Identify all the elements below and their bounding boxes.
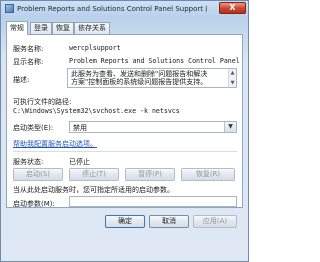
service-icon: [5, 4, 14, 13]
startup-type-select[interactable]: 禁用 ▼: [69, 121, 237, 133]
close-button[interactable]: X: [219, 2, 246, 14]
stop-service-button[interactable]: 停止(T): [69, 168, 119, 181]
ok-button[interactable]: 确定: [105, 215, 145, 228]
startup-type-value: 禁用: [73, 124, 87, 132]
resume-service-button[interactable]: 恢复(R): [181, 168, 235, 181]
executable-path-label: 可执行文件的路径:: [13, 98, 72, 106]
service-status-value: 已停止: [69, 158, 90, 166]
startup-type-label: 启动类型(E):: [13, 124, 54, 132]
service-name-label: 服务名称:: [13, 45, 44, 53]
tab-general[interactable]: 常规: [6, 21, 28, 35]
service-status-label: 服务状态:: [13, 158, 44, 166]
description-line-2: 方案"控制面板的系统级问题报告提供支持。: [71, 78, 208, 86]
service-properties-window: Problem Reports and Solutions Control Pa…: [0, 0, 249, 262]
help-configure-startup-link[interactable]: 帮助我配置服务启动选项。: [13, 139, 97, 149]
window-title: Problem Reports and Solutions Control Pa…: [17, 5, 207, 13]
tab-dependencies[interactable]: 依存关系: [74, 22, 110, 34]
chevron-down-icon[interactable]: ▼: [224, 122, 236, 132]
apply-button[interactable]: 应用(A): [193, 215, 237, 228]
title-bar[interactable]: Problem Reports and Solutions Control Pa…: [1, 1, 248, 17]
pause-service-button[interactable]: 暂停(P): [125, 168, 175, 181]
description-label: 描述:: [13, 76, 30, 84]
executable-path-value: C:\Windows\System32\svchost.exe -k netsv…: [13, 107, 180, 115]
start-service-button[interactable]: 启动(S): [13, 168, 63, 181]
description-line-1: 此服务为查看、发送和删除"问题报告和解决: [71, 70, 208, 78]
display-name-label: 显示名称:: [13, 58, 44, 66]
description-scrollbar[interactable]: ▲ ▼: [228, 69, 236, 87]
description-box[interactable]: 此服务为查看、发送和删除"问题报告和解决 方案"控制面板的系统级问题报告提供支持…: [67, 68, 237, 88]
tab-logon[interactable]: 登录: [30, 22, 52, 34]
service-name-value: wercplsupport: [69, 44, 121, 52]
scroll-down-arrow-icon[interactable]: ▼: [229, 79, 236, 87]
cancel-button[interactable]: 取消: [149, 215, 189, 228]
display-name-value: Problem Reports and Solutions Control Pa…: [69, 57, 239, 65]
divider: [13, 151, 237, 152]
start-params-label: 启动参数(M):: [13, 200, 55, 208]
general-tab-panel: 服务名称: wercplsupport 显示名称: Problem Report…: [6, 34, 243, 208]
start-params-input[interactable]: [69, 196, 237, 207]
scroll-up-arrow-icon[interactable]: ▲: [229, 69, 236, 77]
start-params-hint: 当从此处启动服务时，您可指定所适用的启动参数。: [13, 186, 174, 194]
tab-recovery[interactable]: 恢复: [52, 22, 74, 34]
